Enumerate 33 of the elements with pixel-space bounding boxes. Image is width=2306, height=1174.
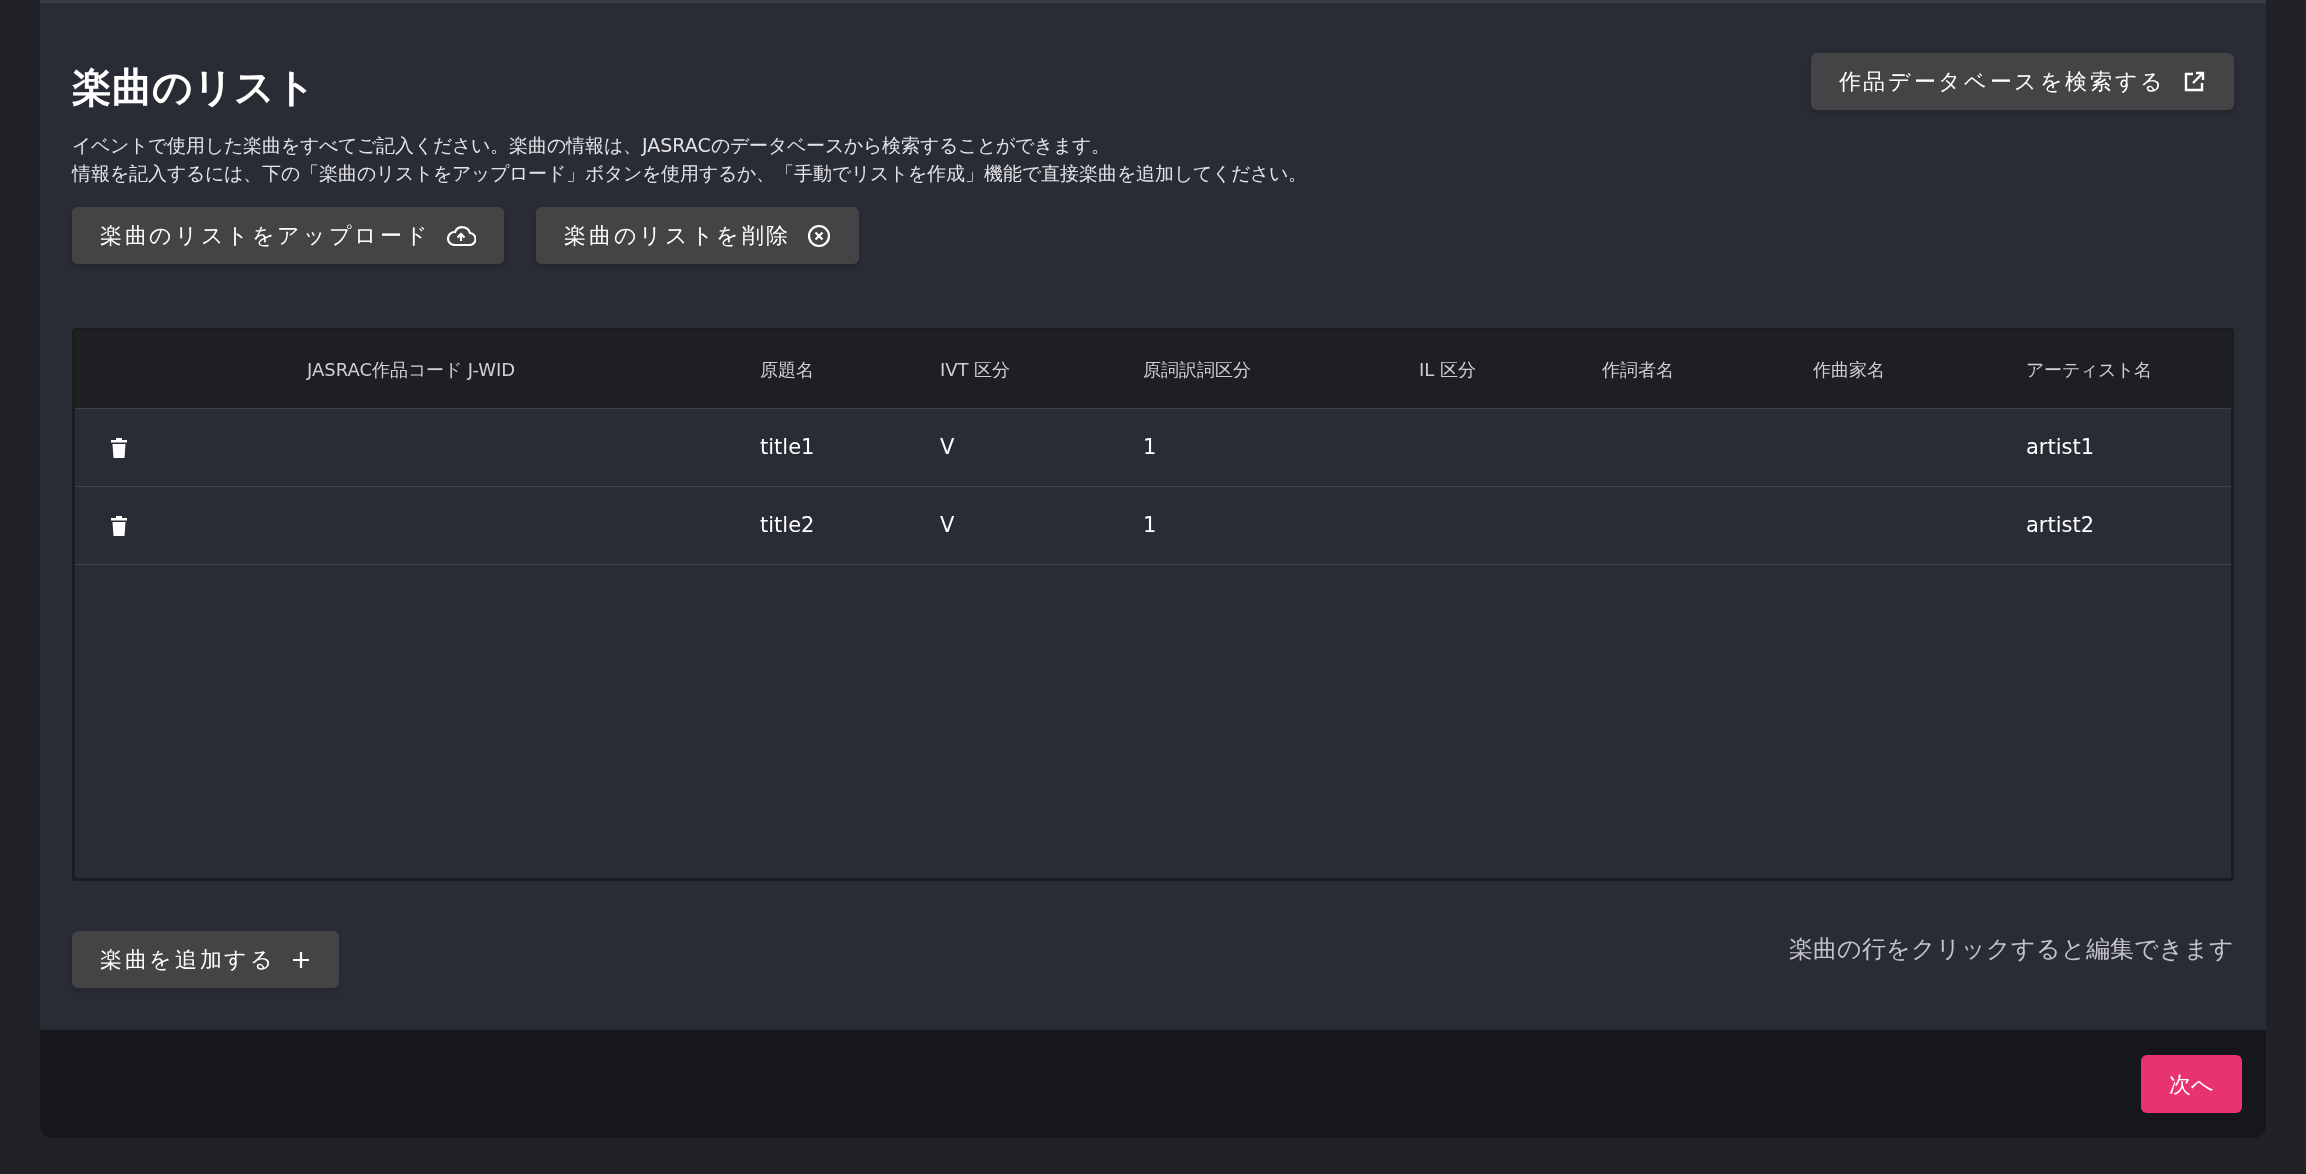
next-button[interactable]: 次へ: [2141, 1055, 2242, 1113]
table-cell-text: artist1: [2026, 433, 2095, 461]
trash-icon[interactable]: [111, 515, 127, 536]
plus-icon: [291, 949, 312, 970]
column-header: 作詞者名: [1602, 358, 1674, 382]
search-database-button[interactable]: 作品データベースを検索する: [1810, 53, 2234, 110]
table-cell-text: artist2: [2026, 511, 2095, 539]
delete-list-button[interactable]: 楽曲のリストを削除: [536, 207, 860, 264]
table-cell-text: title2: [760, 511, 815, 539]
close-circle-icon: [807, 223, 832, 248]
upload-list-button[interactable]: 楽曲のリストをアップロード: [72, 207, 505, 264]
page-title: 楽曲のリスト: [72, 63, 316, 112]
table-row[interactable]: title1 V 1 artist1: [75, 409, 2231, 487]
table-cell-text: 1: [1143, 433, 1157, 461]
column-header: IL 区分: [1419, 358, 1477, 382]
column-header: IVT 区分: [940, 358, 1011, 382]
table-cell-text: 1: [1143, 511, 1157, 539]
column-header: 原題名: [760, 358, 814, 382]
table-cell-text: V: [940, 433, 955, 461]
cloud-upload-icon: [446, 224, 477, 247]
table-row[interactable]: title2 V 1 artist2: [75, 487, 2231, 565]
column-header: アーティスト名: [2026, 358, 2152, 382]
trash-icon[interactable]: [111, 437, 127, 458]
table-cell-text: title1: [760, 433, 815, 461]
description-text: 情報を記入するには、下の「楽曲のリストをアップロード」ボタンを使用するか、「手動でリストを作成」機能で直接楽曲を追加してください。: [72, 161, 1308, 186]
column-header: 原詞訳詞区分: [1143, 358, 1251, 382]
column-header: JASRAC作品コード J-WID: [305, 358, 516, 382]
edit-hint-text: 楽曲の行をクリックすると編集できます: [1789, 934, 2234, 965]
external-link-icon: [2182, 69, 2206, 94]
column-header: 作曲家名: [1813, 358, 1885, 382]
table-cell-text: V: [940, 511, 955, 539]
add-song-button[interactable]: 楽曲を追加する: [72, 931, 340, 988]
description-text: イベントで使用した楽曲をすべてご記入ください。楽曲の情報は、JASRACのデータベースから検索することができます。: [72, 133, 1111, 158]
